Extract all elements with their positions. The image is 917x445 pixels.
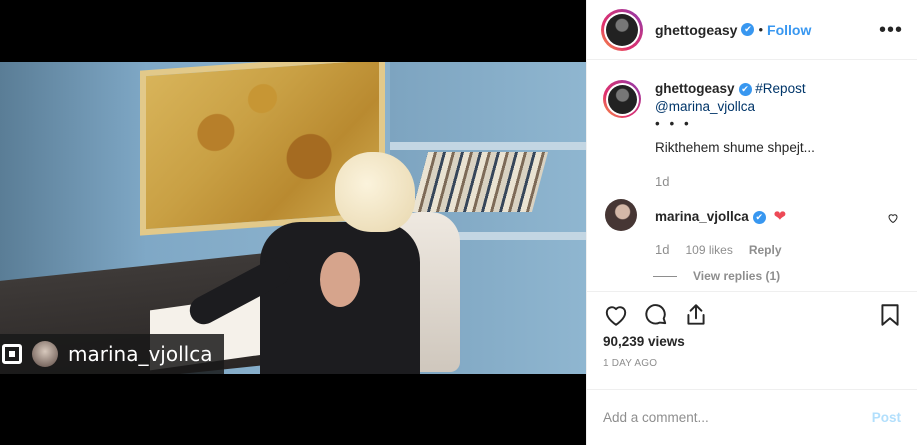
comment-meta: 1d 109 likes Reply bbox=[655, 242, 786, 257]
person-hair bbox=[335, 152, 415, 232]
header-username[interactable]: ghettogeasy bbox=[655, 22, 737, 38]
mention-link[interactable]: @marina_vjollca bbox=[655, 98, 815, 116]
avatar bbox=[607, 84, 637, 114]
reply-button[interactable]: Reply bbox=[749, 243, 782, 257]
comment-time[interactable]: 1d bbox=[655, 242, 669, 257]
post-header: ghettogeasy ✔ • Follow ••• bbox=[587, 0, 917, 60]
post-button[interactable]: Post bbox=[872, 410, 901, 425]
story-avatar[interactable] bbox=[601, 8, 643, 51]
shelf bbox=[390, 142, 586, 150]
add-comment-bar: Post bbox=[587, 389, 917, 445]
verified-icon: ✔ bbox=[741, 23, 755, 36]
post-caption: ghettogeasy ✔ #Repost @marina_vjollca • •… bbox=[603, 80, 901, 191]
comment-item: marina_vjollca ✔ ❤ 1d 109 likes Reply bbox=[603, 199, 901, 257]
bookmark-icon[interactable] bbox=[877, 302, 903, 328]
heart-icon[interactable] bbox=[603, 302, 629, 328]
heart-emoji: ❤ bbox=[773, 208, 787, 225]
comment-icon[interactable] bbox=[643, 302, 669, 328]
comment-likes[interactable]: 109 likes bbox=[685, 243, 732, 257]
caption-dots: • • • bbox=[655, 116, 692, 131]
verified-icon: ✔ bbox=[738, 82, 752, 96]
caption-avatar[interactable] bbox=[603, 80, 641, 118]
repost-icon bbox=[2, 344, 22, 364]
caption-username[interactable]: ghettogeasy bbox=[655, 81, 735, 96]
verified-icon: ✔ bbox=[752, 210, 766, 224]
more-icon[interactable]: ••• bbox=[879, 20, 903, 40]
post-panel: ghettogeasy ✔ • Follow ••• ghettogeasy ✔ … bbox=[586, 0, 917, 445]
comment-username[interactable]: marina_vjollca bbox=[655, 209, 749, 224]
view-replies-button[interactable]: View replies (1) bbox=[653, 269, 901, 283]
follow-button[interactable]: Follow bbox=[767, 22, 811, 38]
avatar bbox=[606, 13, 638, 46]
caption-time[interactable]: 1d bbox=[655, 173, 815, 191]
repost-watermark: marina_vjollca bbox=[0, 334, 225, 374]
repost-avatar bbox=[32, 341, 58, 367]
person-skin bbox=[320, 252, 360, 307]
action-bar bbox=[587, 292, 917, 328]
repost-hashtag[interactable]: #Repost bbox=[755, 81, 805, 96]
repost-username: marina_vjollca bbox=[68, 342, 213, 366]
comments-section[interactable]: ghettogeasy ✔ #Repost @marina_vjollca • •… bbox=[587, 60, 917, 292]
replies-line bbox=[653, 275, 677, 277]
video-frame[interactable] bbox=[0, 62, 586, 374]
post-date[interactable]: 1 DAY AGO bbox=[587, 349, 917, 369]
share-icon[interactable] bbox=[683, 302, 709, 328]
comment-input[interactable] bbox=[603, 410, 872, 425]
comment-body: marina_vjollca ✔ ❤ 1d 109 likes Reply bbox=[655, 199, 786, 257]
caption-text: Rikthehem shume shpejt... bbox=[655, 140, 815, 155]
comment-heart-icon[interactable] bbox=[887, 212, 899, 224]
caption-body: ghettogeasy ✔ #Repost @marina_vjollca • •… bbox=[655, 80, 815, 191]
view-replies-label: View replies (1) bbox=[693, 269, 781, 283]
view-count[interactable]: 90,239 views bbox=[587, 328, 917, 349]
separator-dot: • bbox=[758, 22, 764, 37]
comment-avatar[interactable] bbox=[605, 199, 637, 231]
video-player[interactable]: marina_vjollca bbox=[0, 0, 586, 445]
books bbox=[411, 152, 549, 212]
